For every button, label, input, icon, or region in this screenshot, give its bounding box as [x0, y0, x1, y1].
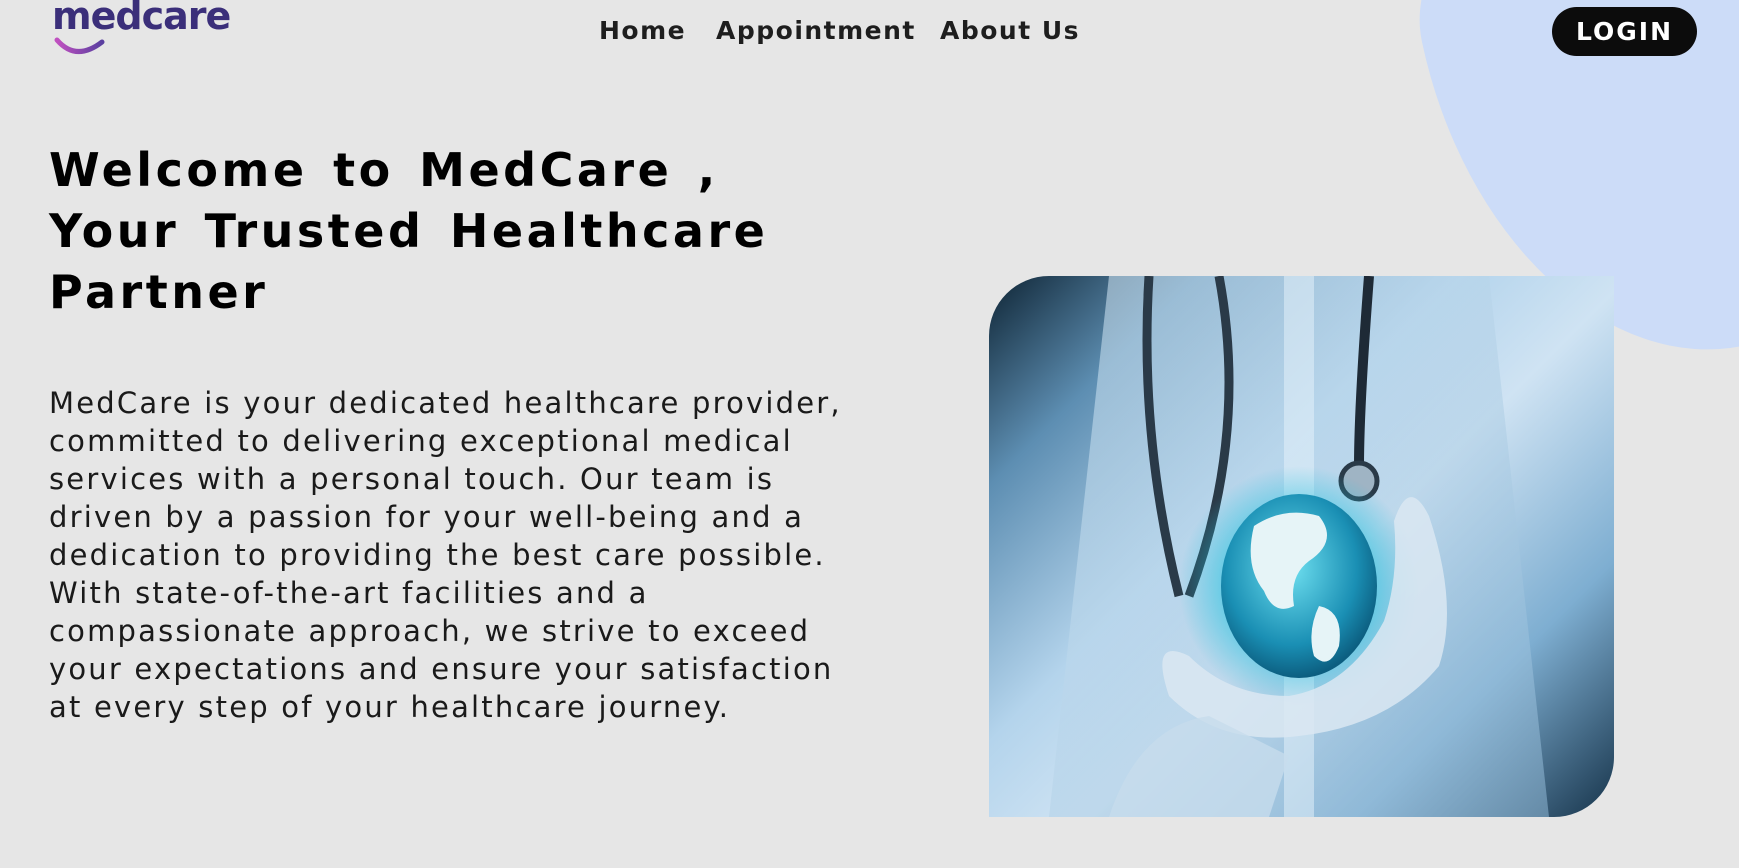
doctor-holding-globe-image	[989, 276, 1614, 817]
hero-image-illustration	[1049, 276, 1549, 817]
nav-home-link[interactable]: Home	[599, 16, 686, 45]
nav-appointment-link[interactable]: Appointment	[716, 16, 916, 45]
landing-page: medcare Home Appointment About Us LOGIN …	[0, 0, 1739, 868]
login-button[interactable]: LOGIN	[1552, 7, 1697, 56]
nav-about-us-link[interactable]: About Us	[940, 16, 1080, 45]
main-nav: Home Appointment About Us	[0, 16, 1739, 56]
hero-description: MedCare is your dedicated healthcare pro…	[49, 386, 842, 724]
hero-title: Welcome to MedCare , Your Trusted Health…	[49, 143, 769, 319]
